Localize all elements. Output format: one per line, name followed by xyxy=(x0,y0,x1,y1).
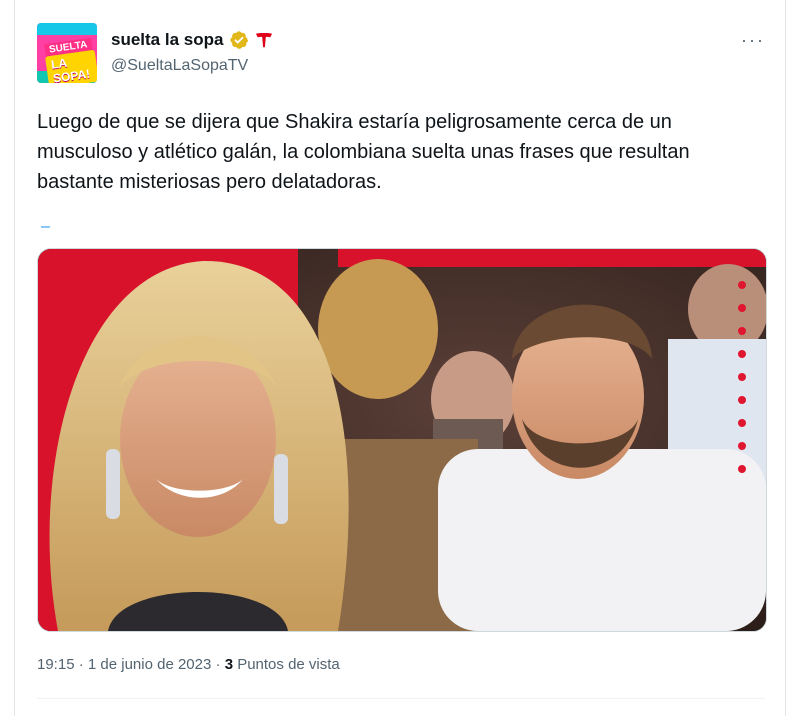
tweet-meta: 19:15 · 1 de junio de 2023 · 3 Puntos de… xyxy=(37,656,340,673)
avatar-logo-text-bottom: LA SOPA! xyxy=(45,49,97,83)
avatar-stripe-top xyxy=(37,23,97,35)
display-name[interactable]: suelta la sopa xyxy=(111,30,223,50)
tweet-text: Luego de que se dijera que Shakira estar… xyxy=(37,111,690,193)
author-name-row: suelta la sopa xyxy=(111,30,273,50)
media-red-top-bar xyxy=(338,249,766,267)
woman-earring-left xyxy=(106,449,120,519)
tweet-date[interactable]: 1 de junio de 2023 xyxy=(88,656,211,673)
tweet-card: SUELTA LA SOPA! suelta la sopa @SueltaLa… xyxy=(14,0,786,716)
man-shirt xyxy=(438,449,766,631)
divider xyxy=(37,698,765,699)
views-count: 3 xyxy=(224,656,234,673)
tweet-media-image[interactable] xyxy=(37,248,767,632)
bg-woman-hair xyxy=(318,259,438,399)
meta-separator: · xyxy=(78,656,84,673)
more-options-icon[interactable]: ··· xyxy=(741,30,765,51)
media-dots-decoration xyxy=(738,281,746,473)
media-illustration xyxy=(38,249,766,631)
telemundo-t-icon xyxy=(256,33,273,48)
tweet-time[interactable]: 19:15 xyxy=(37,656,75,673)
verified-badge-icon xyxy=(230,31,249,49)
text-dash: – xyxy=(41,218,50,235)
woman-earring-right xyxy=(274,454,288,524)
views-label: Puntos de vista xyxy=(237,656,340,673)
avatar[interactable]: SUELTA LA SOPA! xyxy=(37,23,97,83)
meta-separator-2: · xyxy=(215,656,221,673)
author-handle[interactable]: @SueltaLaSopaTV xyxy=(111,57,248,75)
